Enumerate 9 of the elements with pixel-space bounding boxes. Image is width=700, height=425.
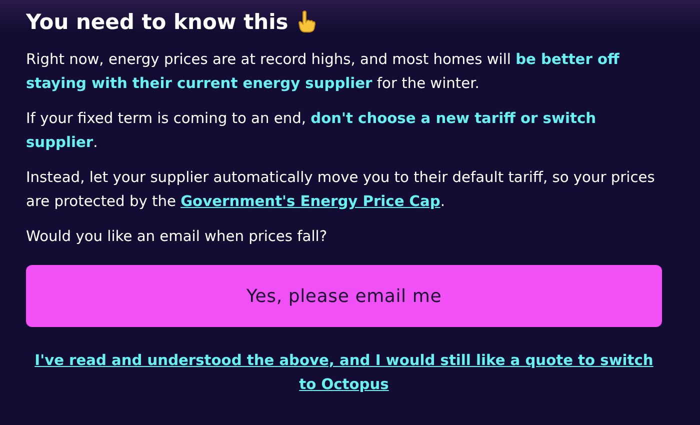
paragraph: Right now, energy prices are at record highs, and most homes will be better off staying with their current energy supplier for the winter. — [26, 50, 620, 94]
paragraph: Instead, let your supplier automatically move you to their default tariff, so your prices are protected by the Government's Energy Price Cap. — [26, 168, 656, 212]
email-button[interactable]: Yes, please email me — [26, 265, 662, 327]
paragraph: Would you like an email when prices fall? — [26, 227, 328, 247]
heading: You need to know this — [26, 10, 288, 34]
quote-link[interactable]: I've read and understood the above, and I would still like a quote to switch to Octopus — [26, 349, 662, 397]
pointing-hand-icon — [296, 10, 316, 34]
paragraph: If your fixed term is coming to an end, don't choose a new tariff or switch supplier. — [26, 109, 597, 153]
price-cap-link[interactable]: Government's Energy Price Cap — [180, 193, 440, 210]
